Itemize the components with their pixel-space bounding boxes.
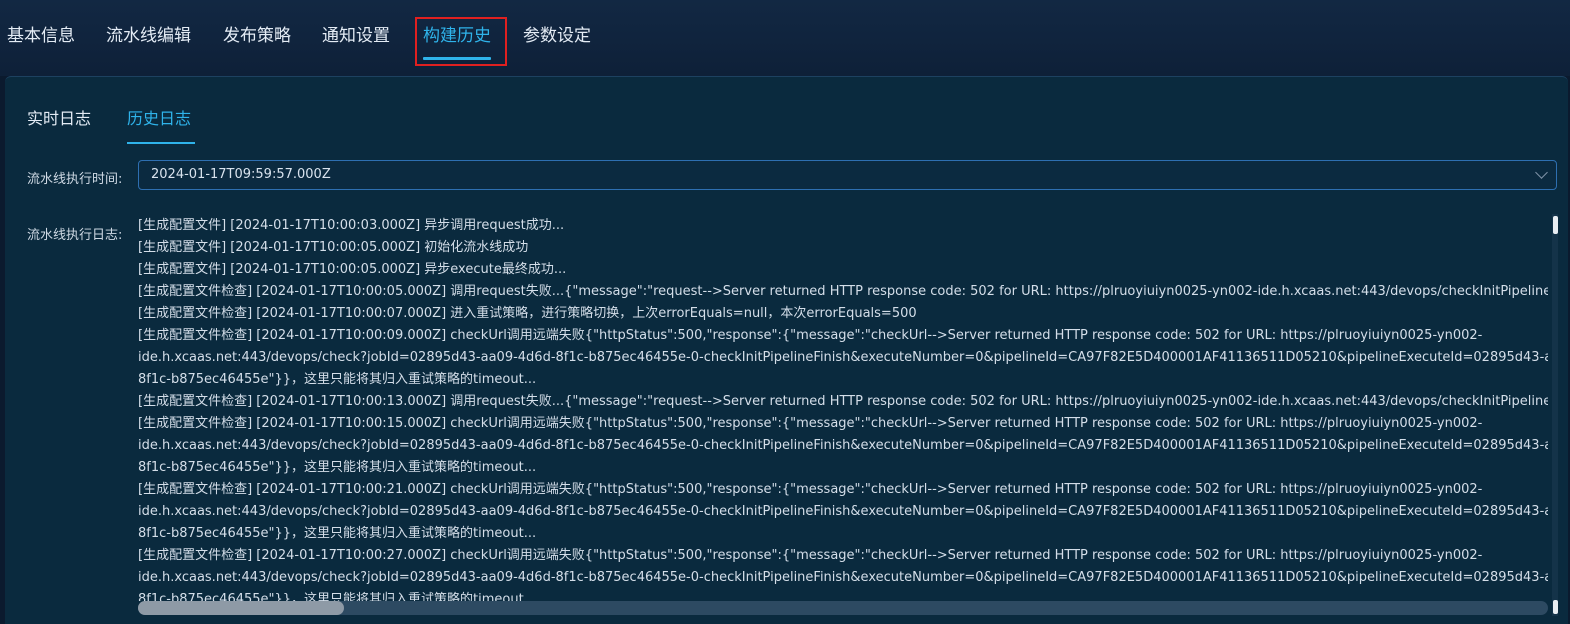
horizontal-scrollbar-thumb[interactable] bbox=[138, 601, 344, 615]
log-line: 8f1c-b875ec46455e"}}，这里只能将其归入重试策略的timeou… bbox=[138, 460, 537, 475]
log-line: ide.h.xcaas.net:443/devops/check?jobId=0… bbox=[138, 570, 1548, 585]
log-lines: [生成配置文件] [2024-01-17T10:00:03.000Z] 异步调用… bbox=[138, 215, 1548, 601]
tab-basic-info[interactable]: 基本信息 bbox=[7, 22, 75, 50]
chevron-down-icon bbox=[1535, 166, 1548, 179]
exec-log-label: 流水线执行日志: bbox=[27, 228, 123, 243]
log-line: 8f1c-b875ec46455e"}}，这里只能将其归入重试策略的timeou… bbox=[138, 526, 537, 541]
log-line: [生成配置文件] [2024-01-17T10:00:05.000Z] 初始化流… bbox=[138, 240, 529, 255]
log-line: ide.h.xcaas.net:443/devops/check?jobId=0… bbox=[138, 438, 1548, 453]
tab-notification-settings[interactable]: 通知设置 bbox=[322, 22, 390, 50]
exec-time-value: 2024-01-17T09:59:57.000Z bbox=[151, 167, 331, 182]
exec-log-output[interactable]: [生成配置文件] [2024-01-17T10:00:03.000Z] 异步调用… bbox=[138, 215, 1548, 601]
tab-release-strategy[interactable]: 发布策略 bbox=[223, 22, 291, 50]
exec-time-label: 流水线执行时间: bbox=[27, 172, 123, 187]
subtab-realtime-log[interactable]: 实时日志 bbox=[27, 106, 91, 132]
vertical-scrollbar[interactable] bbox=[1552, 214, 1558, 616]
log-line: [生成配置文件检查] [2024-01-17T10:00:05.000Z] 调用… bbox=[138, 284, 1548, 299]
tab-parameter-settings[interactable]: 参数设定 bbox=[523, 22, 591, 50]
log-line: [生成配置文件] [2024-01-17T10:00:05.000Z] 异步ex… bbox=[138, 262, 567, 277]
horizontal-scrollbar[interactable] bbox=[138, 601, 1548, 615]
log-line: ide.h.xcaas.net:443/devops/check?jobId=0… bbox=[138, 504, 1548, 519]
log-line: 8f1c-b875ec46455e"}}，这里只能将其归入重试策略的timeou… bbox=[138, 592, 537, 601]
log-line: [生成配置文件检查] [2024-01-17T10:00:27.000Z] ch… bbox=[138, 548, 1483, 563]
log-line: ide.h.xcaas.net:443/devops/check?jobId=0… bbox=[138, 350, 1548, 365]
active-subtab-indicator bbox=[127, 142, 195, 144]
tab-pipeline-edit[interactable]: 流水线编辑 bbox=[106, 22, 191, 50]
log-line: [生成配置文件检查] [2024-01-17T10:00:13.000Z] 调用… bbox=[138, 394, 1548, 409]
subtab-history-log[interactable]: 历史日志 bbox=[127, 106, 191, 132]
vertical-scrollbar-end[interactable] bbox=[1553, 600, 1558, 614]
log-line: [生成配置文件检查] [2024-01-17T10:00:09.000Z] ch… bbox=[138, 328, 1483, 343]
annotation-highlight-box bbox=[415, 17, 507, 66]
log-line: 8f1c-b875ec46455e"}}，这里只能将其归入重试策略的timeou… bbox=[138, 372, 537, 387]
log-line: [生成配置文件] [2024-01-17T10:00:03.000Z] 异步调用… bbox=[138, 218, 565, 233]
log-line: [生成配置文件检查] [2024-01-17T10:00:15.000Z] ch… bbox=[138, 416, 1483, 431]
vertical-scrollbar-thumb[interactable] bbox=[1553, 216, 1558, 234]
exec-time-select[interactable]: 2024-01-17T09:59:57.000Z bbox=[138, 160, 1557, 190]
log-line: [生成配置文件检查] [2024-01-17T10:00:21.000Z] ch… bbox=[138, 482, 1483, 497]
log-line: [生成配置文件检查] [2024-01-17T10:00:07.000Z] 进入… bbox=[138, 306, 917, 321]
